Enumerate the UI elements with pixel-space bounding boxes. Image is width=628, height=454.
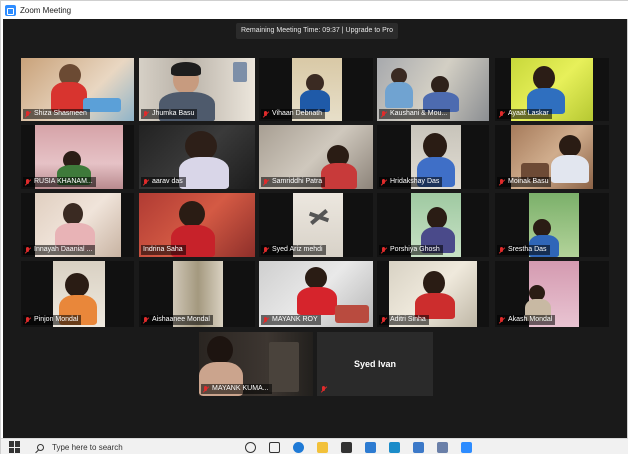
task-view-icon[interactable] bbox=[269, 442, 280, 453]
muted-mic-icon bbox=[381, 246, 387, 254]
app-icon[interactable] bbox=[389, 442, 400, 453]
participant-tile[interactable]: RUSIA KHANAM... bbox=[21, 125, 134, 189]
participant-tile[interactable]: Aishaanee Mondal bbox=[139, 261, 255, 327]
participant-tile[interactable]: Shiza Shasmeen bbox=[21, 58, 134, 121]
participant-name-tag: Indrina Saha bbox=[141, 245, 186, 255]
participant-tile[interactable]: MAYANK KUMA... bbox=[199, 332, 313, 396]
file-explorer-icon[interactable] bbox=[317, 442, 328, 453]
muted-mic-icon bbox=[499, 110, 505, 118]
muted-mic-icon bbox=[499, 316, 505, 324]
participant-name-tag: Porshiya Ghosh bbox=[379, 245, 443, 255]
participant-name-tag: RUSIA KHANAM... bbox=[23, 177, 96, 187]
muted-mic-icon bbox=[381, 316, 387, 324]
participant-name-tag: Srestha Das bbox=[497, 245, 550, 255]
window-title: Zoom Meeting bbox=[20, 5, 72, 15]
participant-tile[interactable]: Ayaat Laskar bbox=[495, 58, 609, 121]
participant-tile[interactable]: Aditri Sinha bbox=[377, 261, 489, 327]
participant-tile[interactable]: aarav das bbox=[139, 125, 255, 189]
search-icon bbox=[37, 443, 44, 451]
mail-icon[interactable] bbox=[365, 442, 376, 453]
zoom-window: Zoom Meeting Remaining Meeting Time: 09:… bbox=[0, 0, 628, 454]
participant-name-tag: Aishaanee Mondal bbox=[141, 315, 213, 325]
muted-mic-icon bbox=[143, 178, 149, 186]
participant-tile[interactable]: Moinak Basu bbox=[495, 125, 609, 189]
muted-mic-icon bbox=[381, 178, 387, 186]
muted-mic-icon bbox=[263, 110, 269, 118]
store-icon[interactable] bbox=[341, 442, 352, 453]
participant-name-tag: Pinjon Mondal bbox=[23, 315, 82, 325]
participant-tile[interactable]: Samriddhi Patra bbox=[259, 125, 373, 189]
zoom-taskbar-icon[interactable] bbox=[461, 442, 472, 453]
taskbar-search[interactable]: Type here to search bbox=[37, 440, 233, 454]
participant-tile[interactable]: Vihaan Debnath bbox=[259, 58, 373, 121]
participant-name-tag: Ayaat Laskar bbox=[497, 109, 552, 119]
muted-mic-icon bbox=[499, 246, 505, 254]
participant-name-tag: MAYANK ROY bbox=[261, 315, 321, 325]
participant-name-tag: Hridakshay Das bbox=[379, 177, 443, 187]
muted-mic-icon bbox=[381, 110, 387, 118]
participant-name-display: Syed Ivan bbox=[353, 359, 397, 369]
muted-mic-icon bbox=[499, 178, 505, 186]
participant-name-tag: Aditri Sinha bbox=[379, 315, 429, 325]
gallery-view: Remaining Meeting Time: 09:37 | Upgrade … bbox=[3, 19, 627, 438]
participant-name-tag: Jhumka Basu bbox=[141, 109, 198, 119]
windows-start-icon[interactable] bbox=[9, 441, 21, 453]
photos-icon[interactable] bbox=[413, 442, 424, 453]
participant-tile[interactable]: Innayah Daanial ... bbox=[21, 193, 134, 257]
participant-name-tag: Samriddhi Patra bbox=[261, 177, 326, 187]
muted-mic-icon bbox=[263, 316, 269, 324]
participant-tile[interactable]: Jhumka Basu bbox=[139, 58, 255, 121]
participant-name-tag bbox=[319, 384, 333, 394]
muted-mic-icon bbox=[263, 246, 269, 254]
participant-name-tag: MAYANK KUMA... bbox=[201, 384, 272, 394]
participant-name-tag: Akash Mondal bbox=[497, 315, 556, 325]
edge-icon[interactable] bbox=[293, 442, 304, 453]
windows-taskbar: Type here to search bbox=[1, 438, 628, 454]
participant-tile[interactable]: Syed Ivan bbox=[317, 332, 433, 396]
taskbar-apps bbox=[245, 442, 472, 453]
participant-name-tag: Kaushani & Mou... bbox=[379, 109, 451, 119]
muted-mic-icon bbox=[25, 178, 31, 186]
zoom-app-icon bbox=[5, 4, 16, 16]
participant-tile[interactable]: Akash Mondal bbox=[495, 261, 609, 327]
participant-name-tag: aarav das bbox=[141, 177, 186, 187]
participant-name-tag: Shiza Shasmeen bbox=[23, 109, 90, 119]
search-placeholder: Type here to search bbox=[52, 442, 123, 452]
participant-name-tag: Syed Ariz mehdi bbox=[261, 245, 326, 255]
title-bar: Zoom Meeting bbox=[1, 1, 628, 19]
meeting-time-banner[interactable]: Remaining Meeting Time: 09:37 | Upgrade … bbox=[236, 23, 398, 39]
muted-mic-icon bbox=[25, 246, 31, 254]
participant-name-tag: Innayah Daanial ... bbox=[23, 245, 96, 255]
muted-mic-icon bbox=[263, 178, 269, 186]
muted-mic-icon bbox=[25, 110, 31, 118]
participant-tile[interactable]: Porshiya Ghosh bbox=[377, 193, 489, 257]
muted-mic-icon bbox=[25, 316, 31, 324]
participant-tile[interactable]: Srestha Das bbox=[495, 193, 609, 257]
participant-tile[interactable]: Hridakshay Das bbox=[377, 125, 489, 189]
cortana-icon[interactable] bbox=[245, 442, 256, 453]
app-icon[interactable] bbox=[437, 442, 448, 453]
muted-mic-icon bbox=[143, 110, 149, 118]
participant-tile[interactable]: MAYANK ROY bbox=[259, 261, 373, 327]
participant-name-tag: Moinak Basu bbox=[497, 177, 552, 187]
muted-mic-icon bbox=[203, 385, 209, 393]
participant-tile[interactable]: Syed Ariz mehdi bbox=[259, 193, 373, 257]
muted-mic-icon bbox=[143, 316, 149, 324]
participant-tile[interactable]: Kaushani & Mou... bbox=[377, 58, 489, 121]
participant-name-tag: Vihaan Debnath bbox=[261, 109, 326, 119]
muted-mic-icon bbox=[321, 385, 327, 393]
participant-tile[interactable]: Pinjon Mondal bbox=[21, 261, 134, 327]
active-speaker-tile[interactable]: Indrina Saha bbox=[139, 193, 255, 257]
